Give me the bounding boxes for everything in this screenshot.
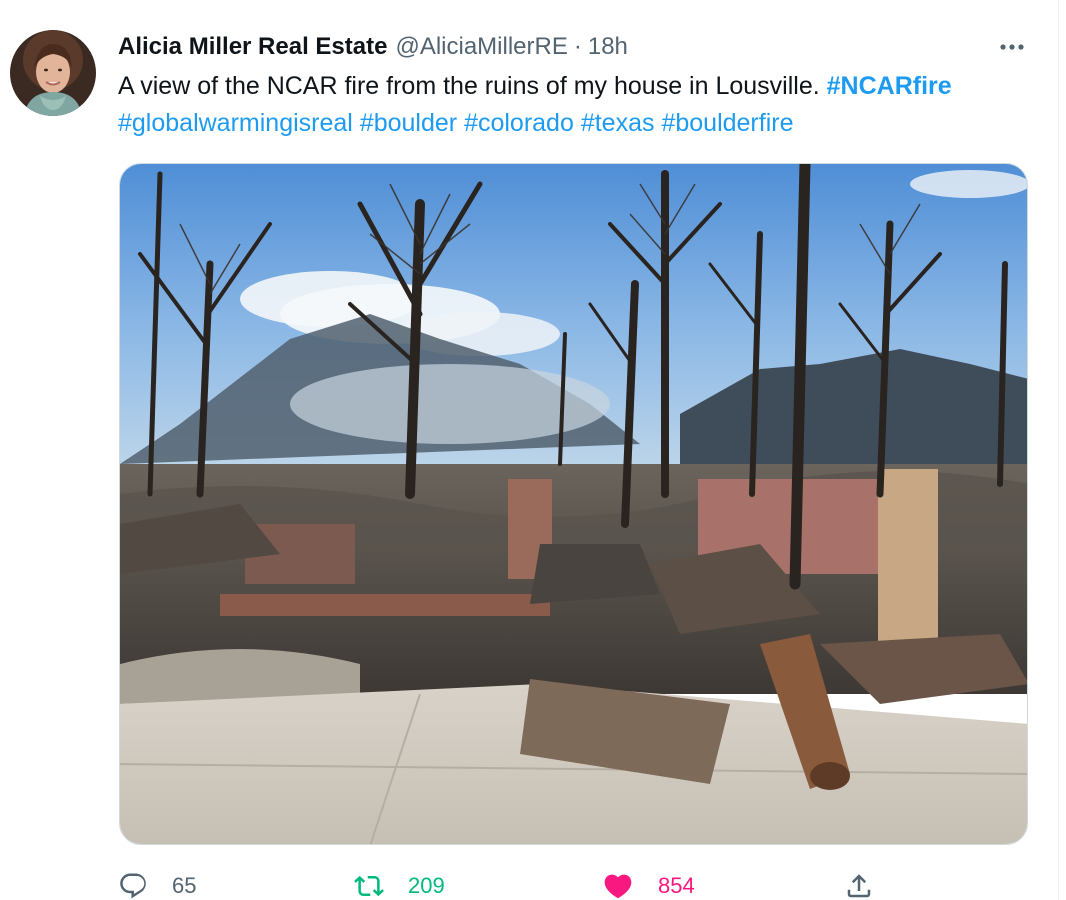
separator-dot: · <box>573 33 582 60</box>
tweet-text: A view of the NCAR fire from the ruins o… <box>118 68 1048 142</box>
retweet-count: 209 <box>408 873 445 898</box>
retweet-button[interactable]: 209 <box>354 864 445 900</box>
like-count: 854 <box>658 873 695 898</box>
share-button[interactable] <box>844 864 874 900</box>
reply-icon <box>120 873 146 899</box>
avatar-image <box>10 30 96 116</box>
hashtag-link[interactable]: #colorado <box>464 109 574 137</box>
author-handle[interactable]: @AliciaMillerRE <box>395 33 567 61</box>
tweet-photo[interactable] <box>119 163 1028 845</box>
retweet-icon <box>354 875 384 897</box>
like-button[interactable]: 854 <box>602 864 695 900</box>
hashtag-link[interactable]: #texas <box>581 109 655 137</box>
author-name[interactable]: Alicia Miller Real Estate <box>118 33 387 61</box>
tweet-body: A view of the NCAR fire from the ruins o… <box>118 72 827 100</box>
fire-ruins-photo <box>120 164 1027 844</box>
hashtag-link[interactable]: #NCARfire <box>827 72 952 100</box>
tweet-actions: 65 209 854 <box>118 864 1018 900</box>
hashtag-link[interactable]: #boulderfire <box>661 109 793 137</box>
reply-count: 65 <box>172 873 197 898</box>
tweet-header: Alicia Miller Real Estate @AliciaMillerR… <box>118 32 628 62</box>
more-horizontal-icon <box>1000 44 1024 50</box>
hashtag-link[interactable]: #boulder <box>360 109 457 137</box>
more-options-button[interactable] <box>990 30 1034 64</box>
tweet-timestamp[interactable]: 18h <box>588 33 628 61</box>
hashtag-link[interactable]: #globalwarmingisreal <box>118 109 353 137</box>
avatar[interactable] <box>10 30 96 116</box>
timeline-divider <box>1058 0 1059 900</box>
heart-filled-icon <box>604 874 632 899</box>
reply-button[interactable]: 65 <box>118 864 196 900</box>
share-icon <box>847 874 871 898</box>
tweet-card[interactable]: Alicia Miller Real Estate @AliciaMillerR… <box>0 0 1059 900</box>
